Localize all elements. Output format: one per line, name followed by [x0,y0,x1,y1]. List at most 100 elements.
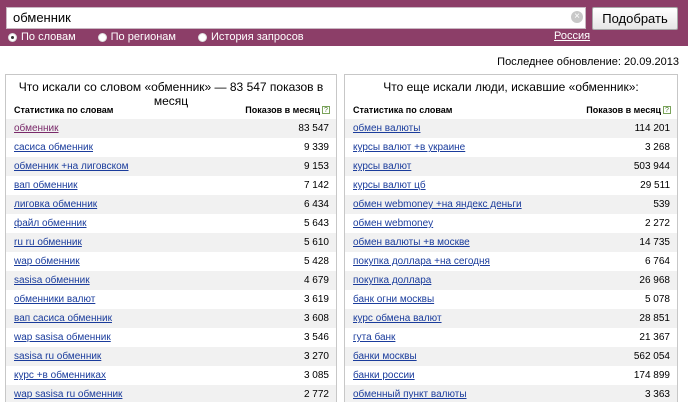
table-row: вап сасиса обменник 3 608 [6,309,336,328]
impressions-count: 5 643 [303,218,329,229]
table-row: обменники валют 3 619 [6,290,336,309]
query-link[interactable]: sasisa обменник [14,275,90,286]
query-link[interactable]: wap sasisa ru обменник [14,389,122,400]
query-link[interactable]: вап обменник [14,180,77,191]
help-icon[interactable]: ? [322,106,330,115]
impressions-count: 539 [653,199,670,210]
table-row: банки россии 174 899 [345,366,677,385]
table-row: wap sasisa обменник 3 546 [6,328,336,347]
query-link[interactable]: покупка доллара +на сегодня [353,256,490,267]
table-row: файл обменник 5 643 [6,214,336,233]
clear-icon[interactable]: × [571,11,583,23]
query-link[interactable]: обмен валюты [353,123,420,134]
table-row: обмен webmoney +на яндекс деньги 539 [345,195,677,214]
mode-history[interactable]: История запросов [198,29,304,45]
last-updated: Последнее обновление: 20.09.2013 [497,56,679,68]
query-link[interactable]: файл обменник [14,218,87,229]
impressions-count: 3 363 [644,389,670,400]
impressions-count: 3 268 [644,142,670,153]
query-link[interactable]: курс обмена валют [353,313,442,324]
impressions-count: 562 054 [633,351,670,362]
query-link[interactable]: обмен валюты +в москве [353,237,470,248]
query-link[interactable]: ru ru обменник [14,237,82,248]
table-row: курсы валют +в украине 3 268 [345,138,677,157]
table-row: обмен webmoney 2 272 [345,214,677,233]
radio-icon[interactable] [97,32,107,42]
table-row: банк огни москвы 5 078 [345,290,677,309]
table-row: сасиса обменник 9 339 [6,138,336,157]
query-link[interactable]: обменный пункт валюты [353,389,467,400]
region-link[interactable]: Россия [554,30,590,42]
table-row: обмен валюты +в москве 14 735 [345,233,677,252]
query-link[interactable]: банки москвы [353,351,417,362]
impressions-count: 9 339 [303,142,329,153]
query-link[interactable]: гута банк [353,332,395,343]
mode-by-regions[interactable]: По регионам [97,29,176,45]
query-link[interactable]: курсы валют цб [353,180,426,191]
table-row: гута банк 21 367 [345,328,677,347]
table-row: покупка доллара +на сегодня 6 764 [345,252,677,271]
query-link[interactable]: сасиса обменник [14,142,93,153]
submit-button[interactable]: Подобрать [592,7,678,30]
results-list: обмен валюты 114 201 курсы валют +в украин… [345,119,677,402]
column-query-label: Статистика по словам [14,104,114,115]
query-link[interactable]: обменник +на лиговском [14,161,129,172]
impressions-count: 503 944 [633,161,670,172]
impressions-count: 114 201 [634,123,670,134]
impressions-count: 6 434 [303,199,329,210]
query-link[interactable]: курсы валют +в украине [353,142,465,153]
impressions-count: 83 547 [298,123,329,134]
impressions-count: 3 619 [303,294,329,305]
query-link[interactable]: обменники валют [14,294,95,305]
impressions-count: 6 764 [644,256,670,267]
table-row: sasisa ru обменник 3 270 [6,347,336,366]
impressions-count: 14 735 [639,237,670,248]
impressions-count: 9 153 [303,161,329,172]
query-link[interactable]: обмен webmoney +на яндекс деньги [353,199,522,210]
table-row: sasisa обменник 4 679 [6,271,336,290]
table-row: обменник +на лиговском 9 153 [6,157,336,176]
query-link[interactable]: wap sasisa обменник [14,332,111,343]
column-count-label: Показов в месяц? [586,105,671,115]
table-row: лиговка обменник 6 434 [6,195,336,214]
radio-icon[interactable] [8,32,17,42]
table-row: курсы валют 503 944 [345,157,677,176]
search-input[interactable]: обменник [6,7,586,29]
query-link[interactable]: обменник [14,123,59,134]
table-row: обменный пункт валюты 3 363 [345,385,677,402]
results-list: обменник 83 547 сасиса обменник 9 339 обменн… [6,119,336,402]
table-row: вап обменник 7 142 [6,176,336,195]
table-row: банки москвы 562 054 [345,347,677,366]
table-row: wap обменник 5 428 [6,252,336,271]
query-link[interactable]: лиговка обменник [14,199,97,210]
query-link[interactable]: покупка доллара [353,275,431,286]
help-icon[interactable]: ? [663,106,671,115]
query-link[interactable]: обмен webmoney [353,218,433,229]
impressions-count: 3 270 [303,351,329,362]
left-panel: Что искали со словом «обменник» — 83 547… [5,74,337,402]
query-link[interactable]: банки россии [353,370,415,381]
impressions-count: 174 899 [633,370,670,381]
mode-label: По регионам [110,31,176,43]
panel-title: Что еще искали люди, искавшие «обменник»… [383,80,639,94]
impressions-count: 7 142 [303,180,329,191]
radio-icon[interactable] [198,32,207,42]
query-link[interactable]: вап сасиса обменник [14,313,112,324]
impressions-count: 28 851 [639,313,670,324]
impressions-count: 2 272 [644,218,670,229]
query-link[interactable]: sasisa ru обменник [14,351,101,362]
mode-by-words[interactable]: По словам [8,29,76,45]
impressions-count: 3 608 [303,313,329,324]
table-row: обменник 83 547 [6,119,336,138]
right-panel: Что еще искали люди, искавшие «обменник»… [344,74,678,402]
query-link[interactable]: банк огни москвы [353,294,434,305]
query-link[interactable]: курсы валют [353,161,411,172]
mode-label: По словам [21,31,76,43]
search-mode-group: По словам По регионам История запросов [8,29,304,45]
query-link[interactable]: курс +в обменниках [14,370,106,381]
impressions-count: 5 428 [303,256,329,267]
query-link[interactable]: wap обменник [14,256,80,267]
table-row: курс обмена валют 28 851 [345,309,677,328]
table-row: обмен валюты 114 201 [345,119,677,138]
table-row: курс +в обменниках 3 085 [6,366,336,385]
